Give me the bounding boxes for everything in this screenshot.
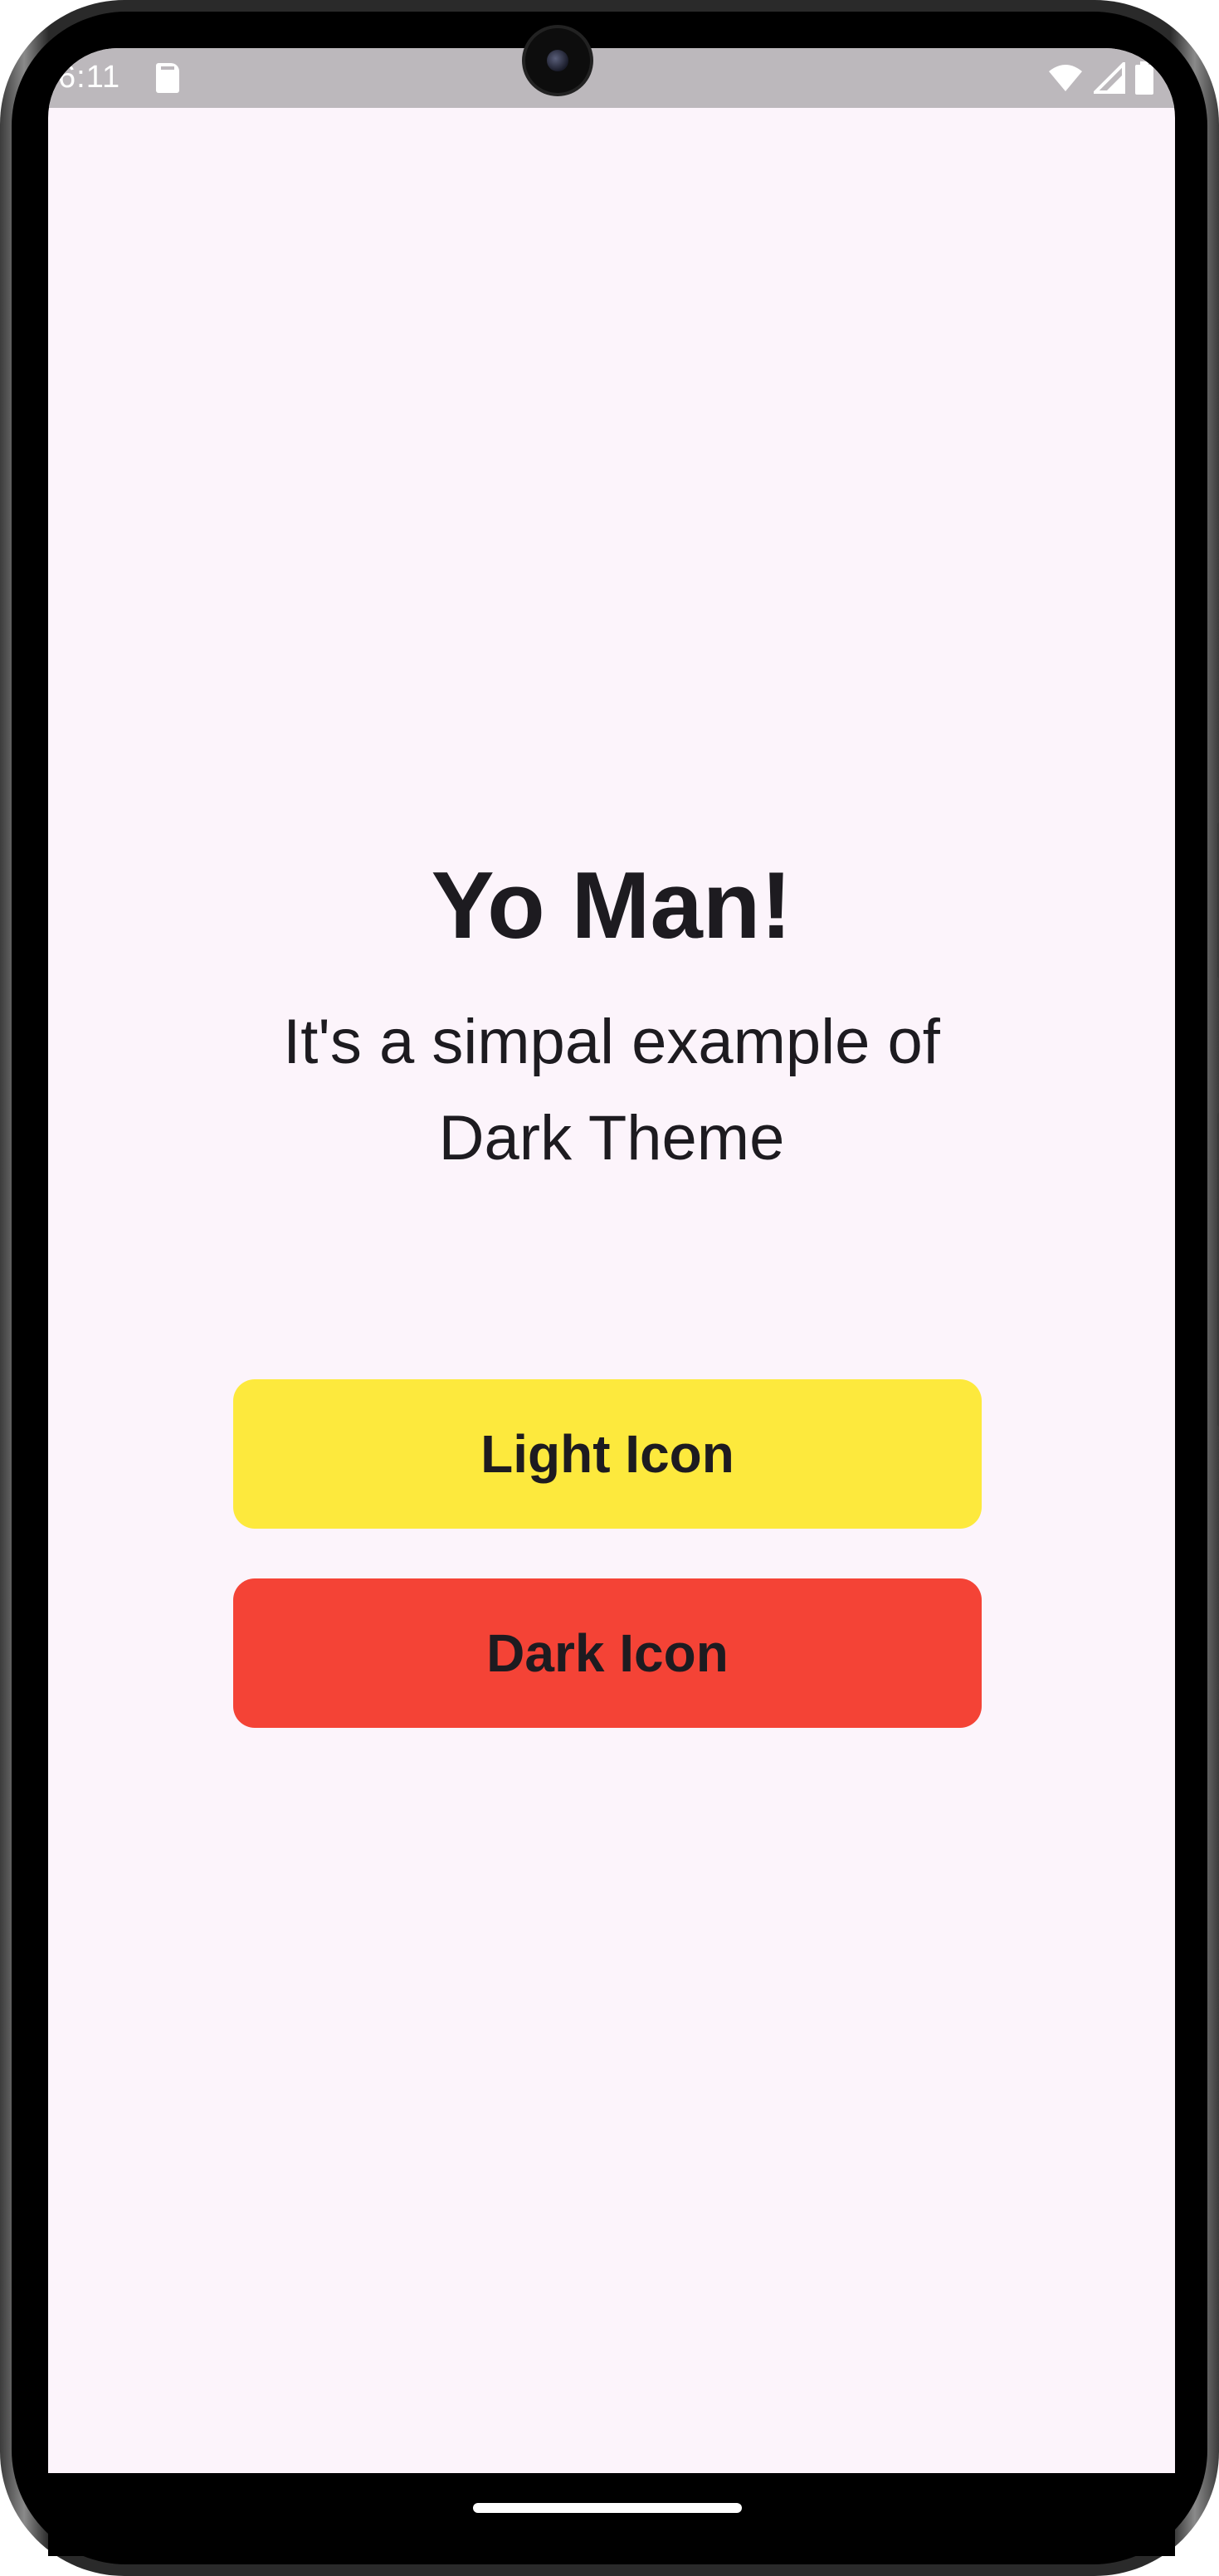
light-icon-button[interactable]: Light Icon [233, 1379, 982, 1529]
app-screen: 6:11 Yo Man! It's a simpal example of Da… [48, 48, 1175, 2473]
main-content: Yo Man! It's a simpal example of Dark Th… [48, 48, 1175, 2473]
navigation-bar [48, 2473, 1175, 2556]
dark-icon-button[interactable]: Dark Icon [233, 1578, 982, 1728]
page-title: Yo Man! [431, 853, 792, 959]
home-indicator[interactable] [473, 2503, 742, 2513]
page-subtitle: It's a simpal example of Dark Theme [283, 1007, 940, 1173]
front-camera [525, 28, 590, 93]
phone-frame: 6:11 Yo Man! It's a simpal example of Da… [0, 0, 1219, 2576]
